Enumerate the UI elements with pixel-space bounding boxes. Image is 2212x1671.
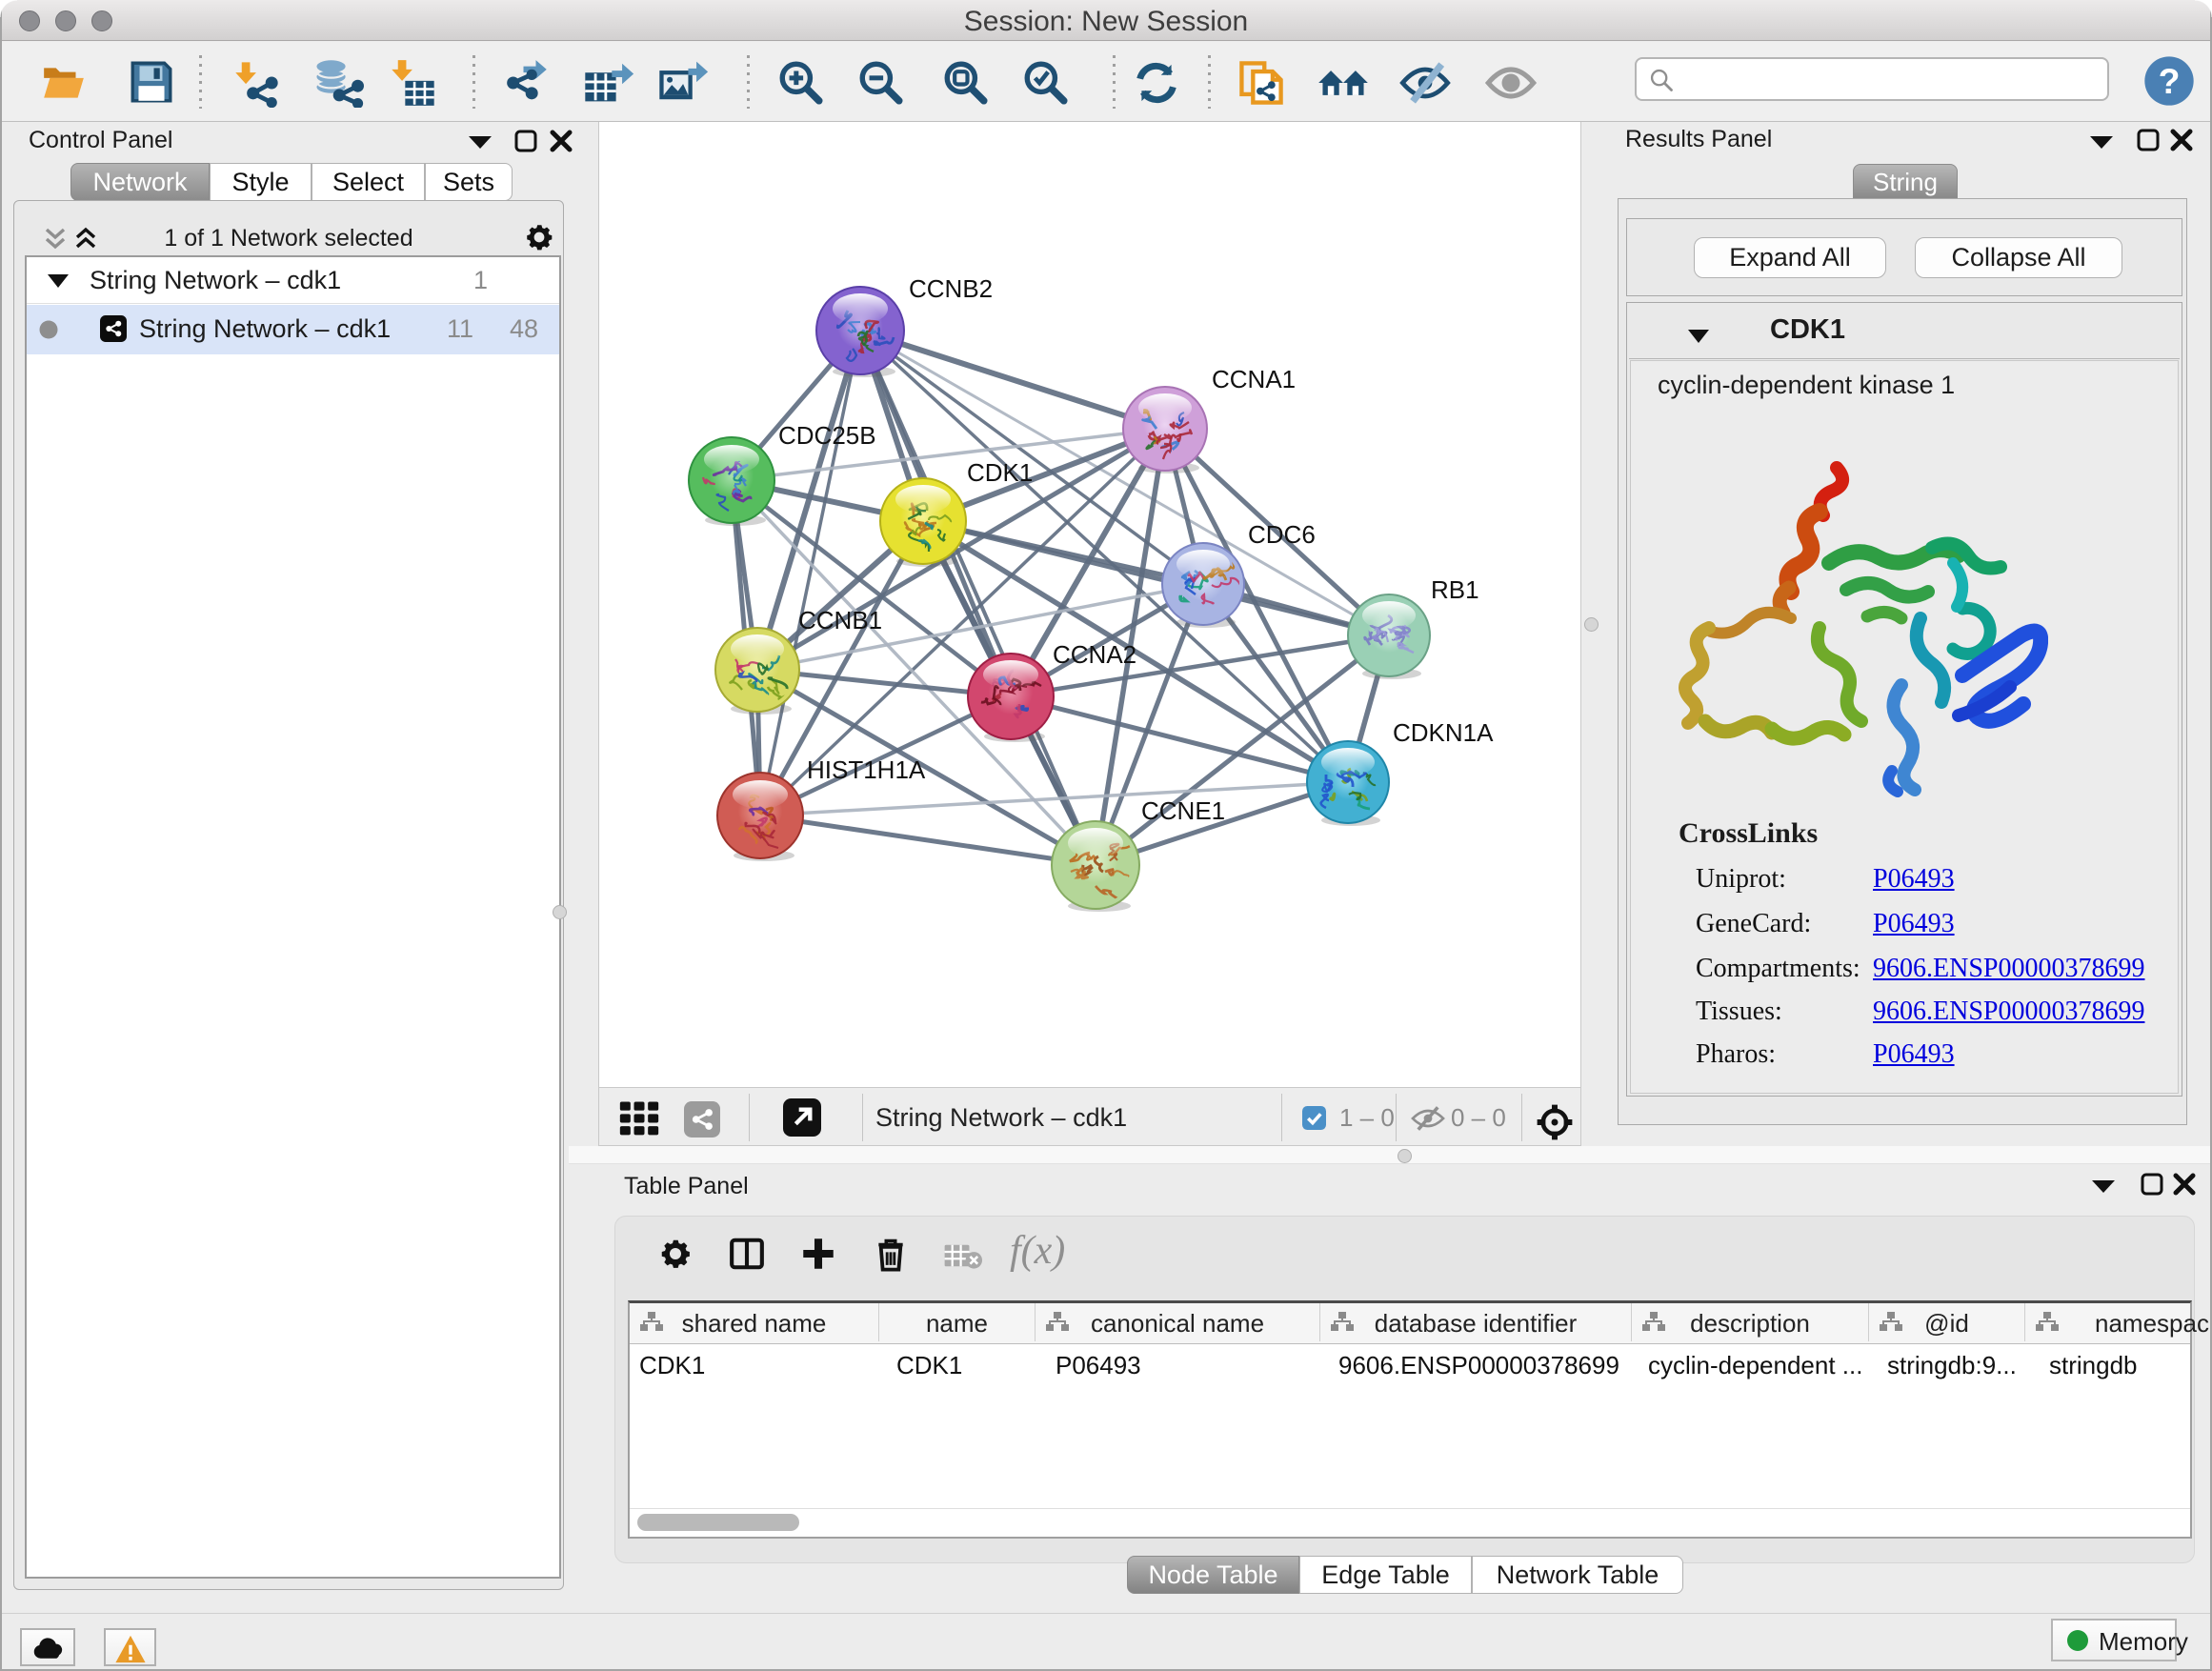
svg-text:CCNA1: CCNA1 bbox=[1212, 365, 1296, 393]
svg-text:CDK1: CDK1 bbox=[967, 458, 1033, 487]
svg-text:CCNA2: CCNA2 bbox=[1053, 640, 1136, 669]
svg-text:HIST1H1A: HIST1H1A bbox=[807, 755, 926, 784]
svg-text:CDKN1A: CDKN1A bbox=[1393, 718, 1494, 747]
svg-text:CCNB1: CCNB1 bbox=[798, 606, 882, 634]
svg-text:CDC6: CDC6 bbox=[1248, 520, 1316, 549]
svg-text:?: ? bbox=[2159, 61, 2181, 101]
svg-text:RB1: RB1 bbox=[1431, 575, 1479, 604]
svg-text:CCNE1: CCNE1 bbox=[1141, 796, 1225, 825]
svg-text:CDC25B: CDC25B bbox=[778, 421, 876, 450]
svg-text:CCNB2: CCNB2 bbox=[909, 274, 993, 303]
